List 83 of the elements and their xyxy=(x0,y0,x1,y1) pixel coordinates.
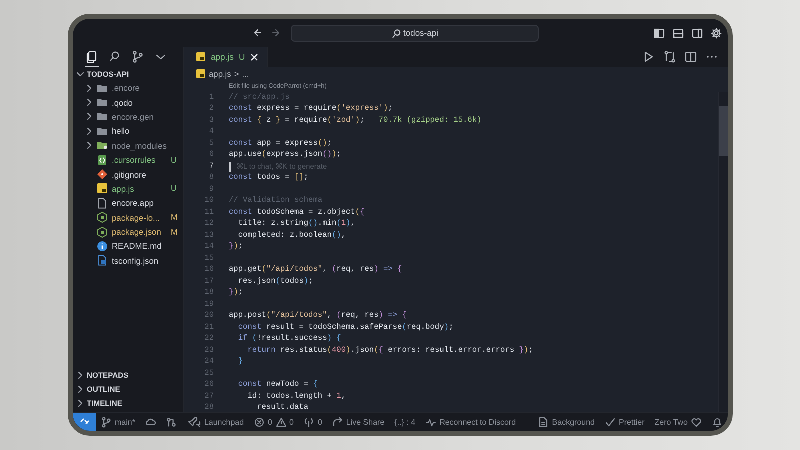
chevron-right-icon[interactable] xyxy=(76,370,84,380)
command-center-field[interactable]: todos-api xyxy=(291,24,539,42)
editor-tab[interactable]: app.js U xyxy=(184,47,268,67)
breadcrumb-item[interactable]: ... xyxy=(242,69,250,79)
chevron-right-icon[interactable] xyxy=(76,399,84,408)
branch-icon[interactable] xyxy=(132,51,144,63)
status-bar-item[interactable]: Background xyxy=(533,416,600,428)
folder-icon xyxy=(97,140,108,152)
git-graph-icon xyxy=(166,416,178,428)
folder-icon xyxy=(97,111,108,122)
js-file-icon xyxy=(196,52,206,62)
file-tree-item[interactable]: tsconfig.json xyxy=(73,254,183,268)
chevron-right-icon[interactable] xyxy=(85,126,93,136)
panel-toggle-icon[interactable] xyxy=(673,28,684,38)
js-file-icon xyxy=(196,69,206,79)
files-icon[interactable] xyxy=(86,51,98,63)
chevron-right-icon[interactable] xyxy=(76,384,84,394)
breadcrumb-separator: > xyxy=(234,69,240,79)
file-tree-item[interactable]: .gitignore xyxy=(73,167,183,182)
file-tree-item[interactable]: encore.gen xyxy=(73,110,183,124)
git-status-label: U xyxy=(171,184,178,194)
secondary-sidebar-toggle-icon[interactable] xyxy=(692,28,703,38)
warning-icon xyxy=(276,416,286,428)
close-icon[interactable] xyxy=(250,52,260,62)
check-icon xyxy=(605,416,616,428)
file-tree-item[interactable]: .cursorrules U xyxy=(73,152,183,168)
compare-changes-icon[interactable] xyxy=(664,51,676,63)
split-editor-icon[interactable] xyxy=(685,51,697,63)
file-tree-item[interactable]: .qodo xyxy=(73,95,183,110)
chevron-right-icon[interactable] xyxy=(85,141,93,150)
git-status-label: M xyxy=(171,213,179,222)
chevron-right-icon[interactable] xyxy=(85,112,93,122)
js-file-icon xyxy=(97,183,108,194)
folder-icon xyxy=(97,82,108,94)
file-tree-item[interactable]: encore.app xyxy=(73,196,183,211)
braces-file-icon xyxy=(97,154,108,166)
heart-icon xyxy=(691,416,702,428)
status-bar-item[interactable]: {..} : 4 xyxy=(390,418,421,426)
hexagon-icon xyxy=(97,212,108,224)
info-icon xyxy=(97,240,108,252)
git-status-label: U xyxy=(171,156,178,165)
antenna-icon xyxy=(304,416,315,428)
search-icon xyxy=(392,28,401,38)
file-tree-item[interactable]: .encore xyxy=(73,81,183,96)
git-status-label: M xyxy=(171,228,179,237)
settings-icon[interactable] xyxy=(711,28,722,38)
folder-icon xyxy=(97,126,108,137)
share-arrow-icon xyxy=(332,416,344,428)
document-icon xyxy=(538,416,550,428)
chevron-down-icon[interactable] xyxy=(76,70,84,78)
status-bar-item[interactable] xyxy=(73,413,96,431)
chevron-right-icon[interactable] xyxy=(85,98,93,108)
hexagon-icon xyxy=(97,226,108,238)
status-bar-item[interactable]: Prettier xyxy=(600,416,650,428)
file-tree-item[interactable]: README.md xyxy=(73,239,183,254)
status-bar-item[interactable]: Reconnect to Discord xyxy=(420,416,522,428)
status-bar-item[interactable]: Zero Two xyxy=(650,416,707,428)
back-arrow-icon[interactable] xyxy=(253,28,263,38)
ts-file-icon xyxy=(97,255,108,266)
file-tree-item[interactable]: node_modules xyxy=(73,138,183,153)
breadcrumb-item[interactable]: app.js xyxy=(209,69,232,79)
error-icon xyxy=(254,416,266,428)
file-tree-item[interactable]: package-lo... M xyxy=(73,210,183,225)
status-bar-item[interactable]: 0 0 xyxy=(249,416,299,428)
folder-icon xyxy=(97,97,108,108)
bell-icon xyxy=(712,416,723,428)
file-tree-item[interactable]: hello xyxy=(73,124,183,139)
chevron-right-icon[interactable] xyxy=(85,84,93,93)
rocket-icon xyxy=(187,416,202,428)
branch-icon xyxy=(101,416,112,428)
cloud-icon xyxy=(145,416,156,428)
file-tree-item[interactable]: app.js U xyxy=(73,182,183,196)
file-tree-item[interactable]: package.json M xyxy=(73,224,183,240)
file-icon xyxy=(97,198,108,209)
status-bar-item[interactable]: 0 xyxy=(298,416,328,428)
status-bar-item[interactable]: Launchpad xyxy=(182,416,250,428)
search-icon[interactable] xyxy=(109,51,121,63)
play-icon[interactable] xyxy=(643,51,655,63)
status-bar-item[interactable]: main* xyxy=(96,416,140,428)
sidebar-toggle-icon[interactable] xyxy=(654,28,665,38)
pulse-icon xyxy=(426,416,437,428)
status-bar-item[interactable]: Live Share xyxy=(327,416,390,428)
diamond-icon xyxy=(97,169,108,180)
